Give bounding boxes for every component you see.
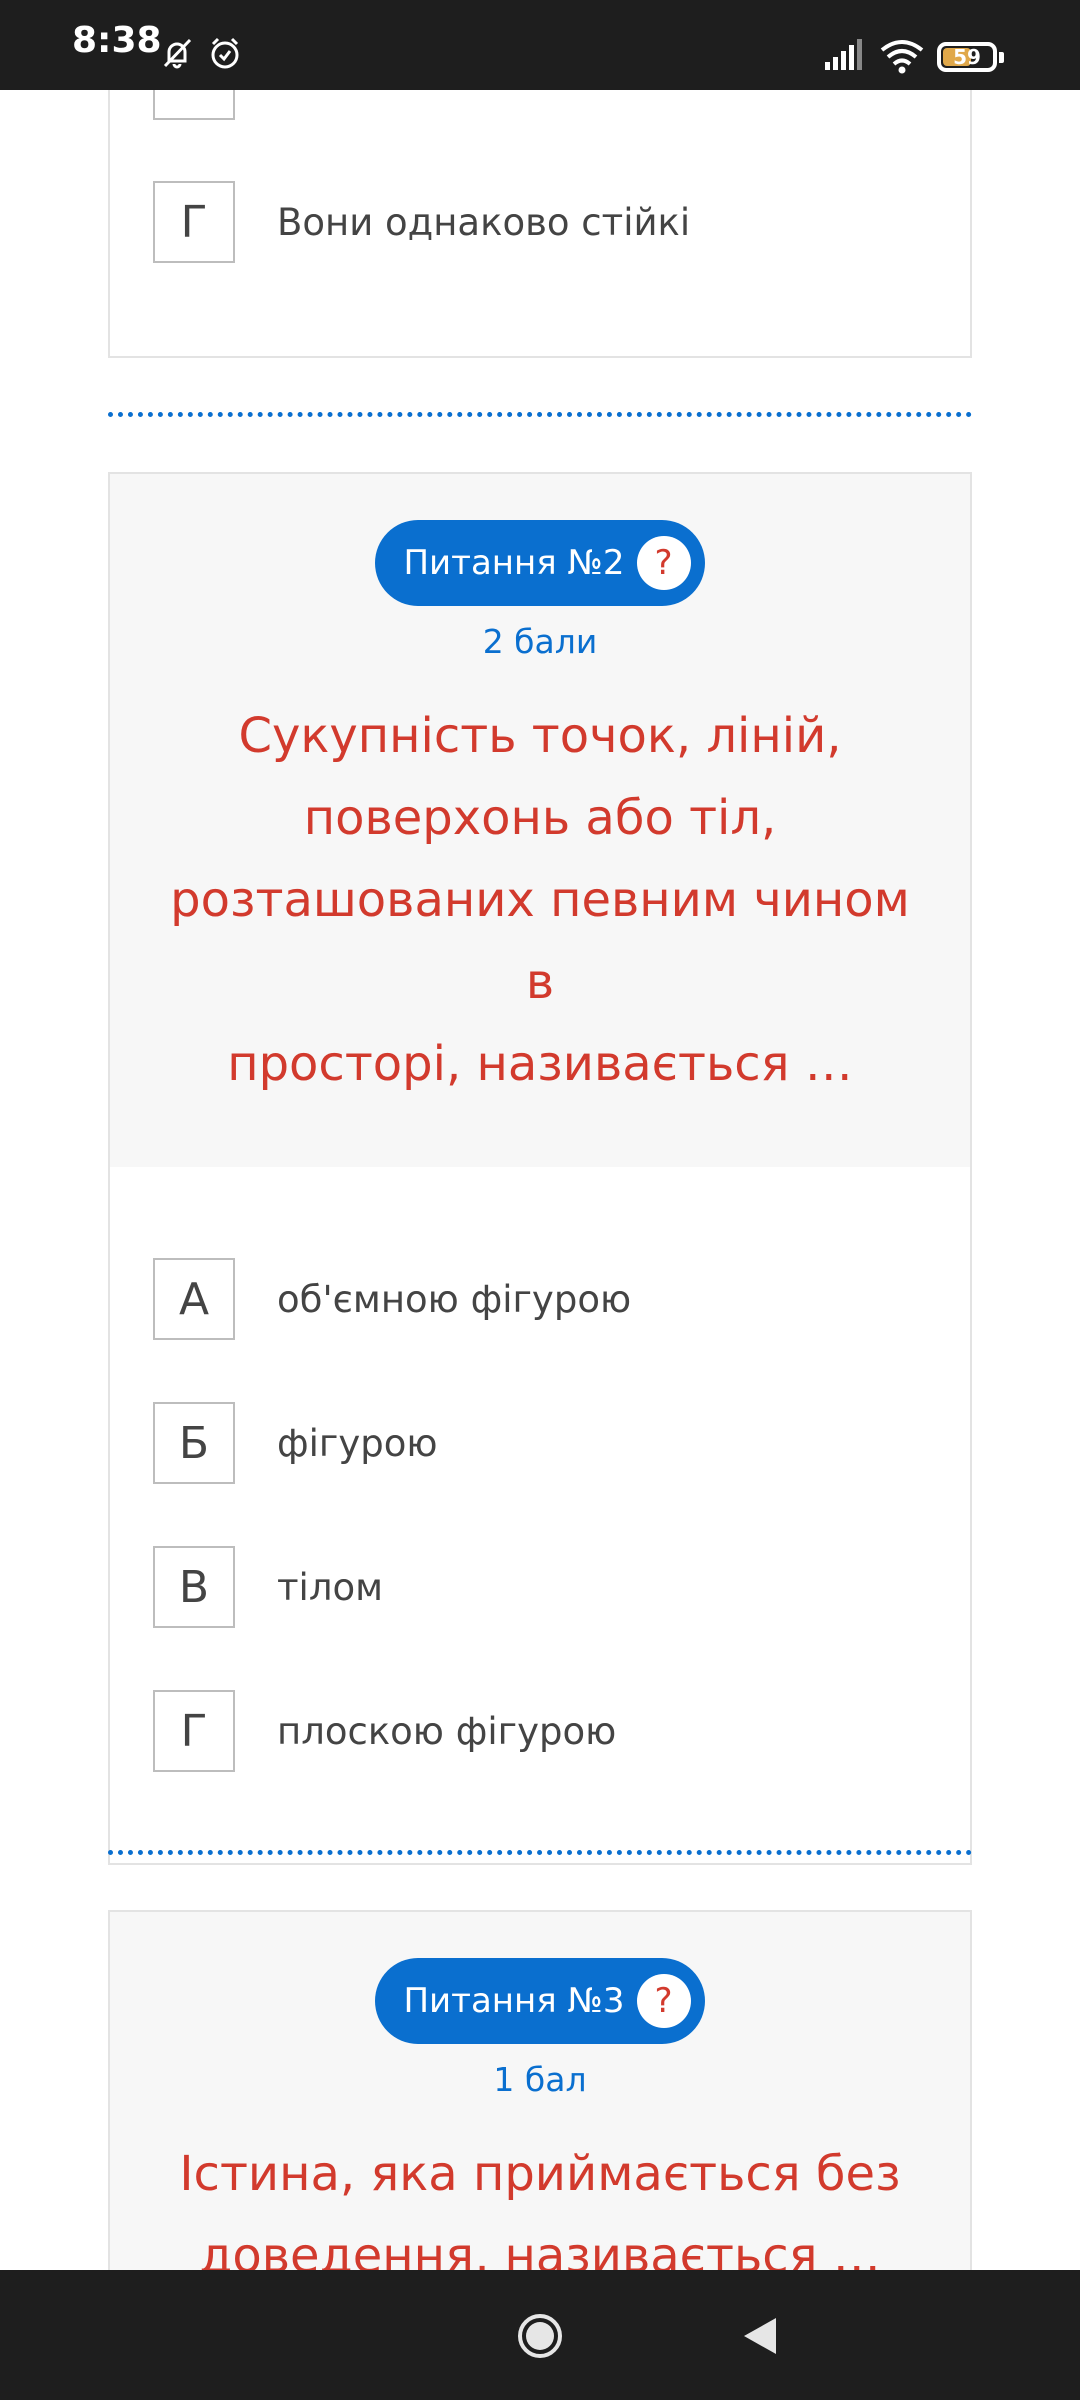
status-time: 8:38 bbox=[72, 20, 162, 61]
option-text: плоскою фігурою bbox=[277, 1709, 617, 1753]
help-icon[interactable]: ? bbox=[636, 536, 691, 590]
battery-icon: 59 bbox=[937, 42, 997, 72]
answer-option-a[interactable]: А об'ємною фігурою bbox=[153, 1227, 970, 1371]
answer-option-b[interactable]: Б фігурою bbox=[153, 1371, 970, 1515]
option-text: об'ємною фігурою bbox=[277, 1277, 632, 1321]
answer-option[interactable]: Г Вони однаково стійкі bbox=[153, 150, 690, 294]
wifi-icon bbox=[880, 40, 924, 74]
answer-options: А об'ємною фігурою Б фігурою В тілом Г п… bbox=[110, 1167, 970, 1863]
question-line: розташованих певним чином в bbox=[170, 872, 910, 1010]
battery-percent: 59 bbox=[953, 45, 981, 69]
back-button-icon[interactable] bbox=[740, 2314, 780, 2358]
question-header: Питання №2 ? 2 бали Сукупність точок, лі… bbox=[110, 474, 970, 1167]
question-line: поверхонь або тіл, bbox=[303, 790, 777, 846]
battery-cap bbox=[999, 52, 1004, 63]
help-icon[interactable]: ? bbox=[636, 1974, 691, 2028]
option-text: тілом bbox=[277, 1565, 384, 1609]
question-number-label: Питання №2 bbox=[403, 543, 625, 583]
answer-option-g[interactable]: Г плоскою фігурою bbox=[153, 1659, 970, 1803]
question-line: Істина, яка приймається без bbox=[179, 2146, 901, 2202]
question-card-3: Питання №3 ? 1 бал Істина, яка приймаєть… bbox=[108, 1910, 972, 2270]
question-line: просторі, називається … bbox=[227, 1036, 853, 1092]
question-points: 1 бал bbox=[493, 2060, 587, 2099]
option-letter[interactable]: Г bbox=[153, 181, 235, 263]
option-v-box-partial[interactable] bbox=[153, 90, 235, 120]
question-points: 2 бали bbox=[482, 622, 598, 661]
option-text: Вони однаково стійкі bbox=[277, 200, 691, 244]
section-divider bbox=[108, 1850, 972, 1855]
alarm-icon bbox=[211, 37, 239, 69]
option-letter[interactable]: В bbox=[153, 1546, 235, 1628]
page-content[interactable]: Г Вони однаково стійкі Питання №2 ? 2 ба… bbox=[0, 90, 1080, 2270]
status-bar: 8:38 59 bbox=[0, 0, 1080, 90]
question-text: Істина, яка приймається без доведення, н… bbox=[110, 2133, 970, 2270]
option-text: фігурою bbox=[277, 1421, 438, 1465]
question-number-label: Питання №3 bbox=[403, 1981, 625, 2021]
signal-icon bbox=[825, 39, 862, 70]
question-text: Сукупність точок, ліній, поверхонь або т… bbox=[110, 695, 970, 1105]
question-card-2: Питання №2 ? 2 бали Сукупність точок, лі… bbox=[108, 472, 972, 1865]
question-number-badge[interactable]: Питання №2 ? bbox=[375, 520, 705, 606]
option-letter[interactable]: А bbox=[153, 1258, 235, 1340]
option-letter[interactable]: Г bbox=[153, 1690, 235, 1772]
answer-option-v[interactable]: В тілом bbox=[153, 1515, 970, 1659]
question-header: Питання №3 ? 1 бал Істина, яка приймаєть… bbox=[110, 1912, 970, 2270]
section-divider bbox=[108, 412, 972, 417]
question-number-badge[interactable]: Питання №3 ? bbox=[375, 1958, 705, 2044]
home-button-icon[interactable] bbox=[516, 2312, 564, 2360]
question-line: Сукупність точок, ліній, bbox=[238, 708, 842, 764]
navigation-bar bbox=[0, 2270, 1080, 2400]
question-line: доведення, називається … bbox=[199, 2228, 881, 2270]
question-card-1: Г Вони однаково стійкі bbox=[108, 90, 972, 358]
bell-off-icon bbox=[163, 38, 192, 69]
option-letter[interactable]: Б bbox=[153, 1402, 235, 1484]
